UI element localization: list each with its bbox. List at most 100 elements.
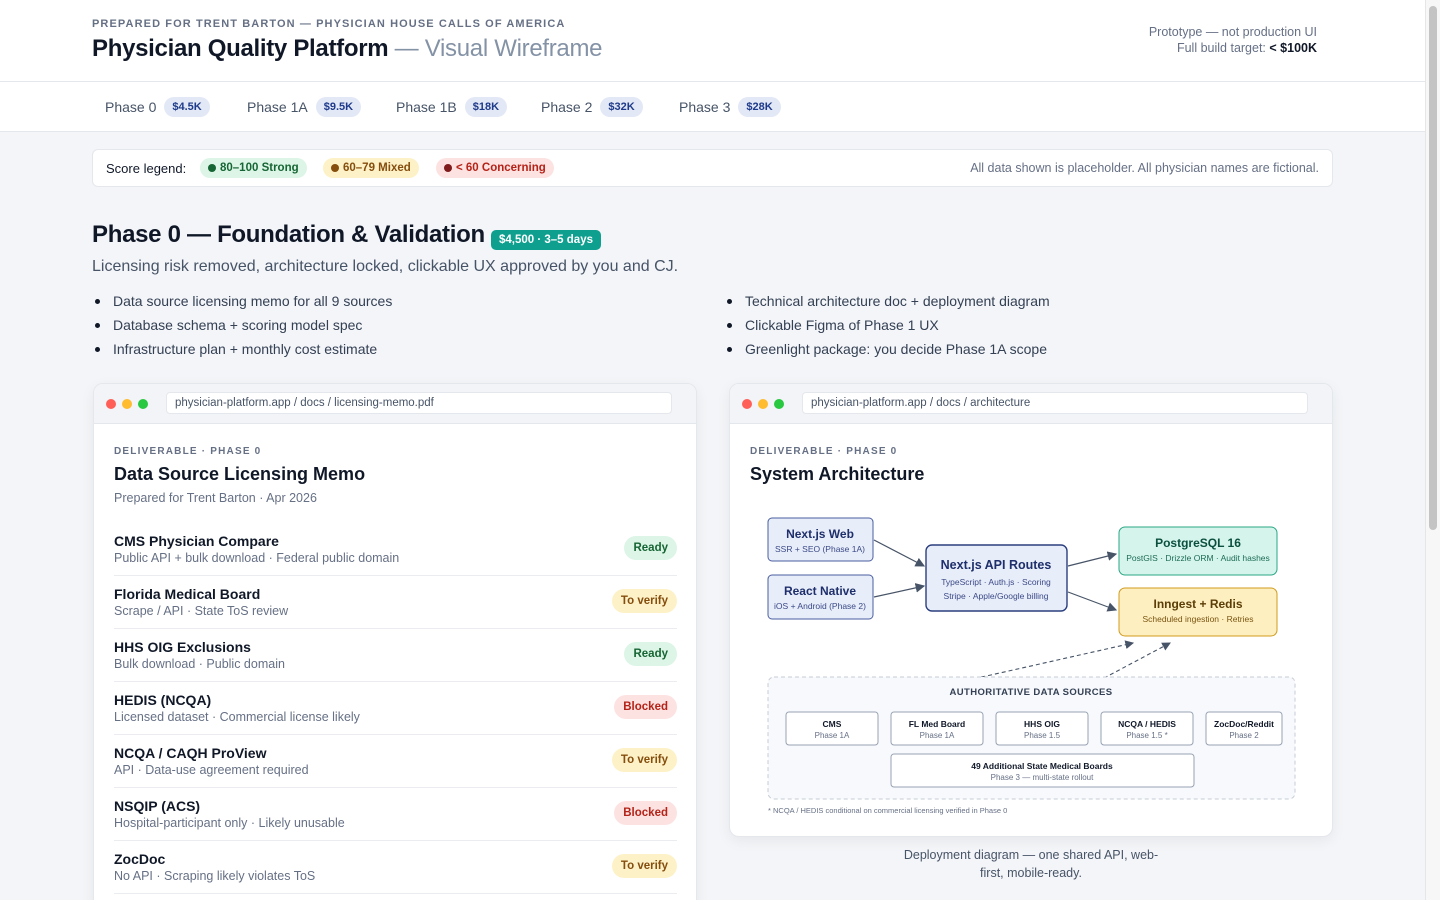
tab-phase-2[interactable]: Phase 2 $32K: [541, 94, 643, 120]
data-source-row[interactable]: Florida Medical Board Scrape / API · Stat…: [114, 576, 677, 629]
score-legend: Score legend: 80–100 Strong 60–79 Mixed …: [92, 149, 1333, 187]
prototype-note: Prototype — not production UI Full build…: [1149, 24, 1317, 56]
tab-phase-1b[interactable]: Phase 1B $18K: [396, 94, 508, 120]
licensing-memo-window: physician-platform.app / docs / licensin…: [93, 383, 697, 900]
architecture-diagram: Next.js Web SSR + SEO (Phase 1A) React N…: [767, 517, 1296, 815]
source-description: Bulk download · Public domain: [114, 657, 285, 671]
minimize-dot-icon: [122, 399, 132, 409]
deliverable-item: Clickable Figma of Phase 1 UX: [725, 316, 1050, 340]
source-box-phase: Phase 1A: [815, 731, 850, 740]
architecture-window: physician-platform.app / docs / architec…: [729, 383, 1333, 837]
inngest-title: Inngest + Redis: [1153, 597, 1242, 611]
source-box-phase: Phase 1.5 *: [1126, 731, 1167, 740]
tab-price-badge: $4.5K: [164, 97, 210, 117]
page-title-main: Physician Quality Platform: [92, 35, 389, 62]
legend-strong-chip: 80–100 Strong: [200, 158, 307, 178]
source-box-name: CMS: [823, 719, 842, 729]
tab-price-badge: $28K: [738, 97, 781, 117]
source-box-name: ZocDoc/Reddit: [1214, 719, 1274, 729]
api-routes-sub1: TypeScript · Auth.js · Scoring: [941, 577, 1051, 587]
nextjs-web-sub: SSR + SEO (Phase 1A): [775, 544, 865, 554]
source-description: API · Data-use agreement required: [114, 763, 309, 777]
api-routes-title: Next.js API Routes: [941, 558, 1052, 572]
architecture-caption: Deployment diagram — one shared API, web…: [903, 848, 1159, 880]
data-source-row[interactable]: CMS Physician Compare Public API + bulk d…: [114, 523, 677, 576]
status-badge: To verify: [611, 589, 677, 613]
header-kicker: PREPARED FOR TRENT BARTON — PHYSICIAN HO…: [92, 18, 566, 30]
data-source-row[interactable]: HHS OIG Exclusions Bulk download · Public…: [114, 629, 677, 682]
tab-label: Phase 3: [679, 99, 731, 115]
inngest-box: [1118, 587, 1278, 637]
source-description: Scrape / API · State ToS review: [114, 604, 289, 618]
state-boards-sub: Phase 3 — multi-state rollout: [991, 773, 1094, 782]
data-source-row[interactable]: NCQA / CAQH ProView API · Data-use agreem…: [114, 735, 677, 788]
scrollbar-thumb[interactable]: [1429, 6, 1437, 530]
memo-title: Data Source Licensing Memo: [114, 464, 366, 484]
tab-price-badge: $9.5K: [315, 97, 362, 117]
legend-mixed-chip: 60–79 Mixed: [323, 158, 419, 178]
legend-concerning-chip: < 60 Concerning: [436, 158, 554, 178]
tab-phase-1a[interactable]: Phase 1A $9.5K: [247, 94, 362, 120]
page-title-sub: — Visual Wireframe: [394, 35, 603, 62]
postgres-sub: PostGIS · Drizzle ORM · Audit hashes: [1126, 553, 1270, 563]
address-bar[interactable]: physician-platform.app / docs / licensin…: [166, 392, 672, 414]
build-target-line: Full build target: < $100K: [1149, 40, 1317, 56]
source-name: HEDIS (NCQA): [114, 692, 212, 708]
deliverable-item: Data source licensing memo for all 9 sou…: [93, 292, 392, 316]
api-routes-sub2: Stripe · Apple/Google billing: [944, 591, 1049, 601]
deliverable-kicker: DELIVERABLE · PHASE 0: [114, 446, 262, 457]
legend-label: Score legend:: [106, 161, 187, 176]
page-title: Physician Quality Platform — Visual Wire…: [92, 35, 603, 63]
source-name: NCQA / CAQH ProView: [114, 745, 267, 761]
source-name: NSQIP (ACS): [114, 798, 201, 814]
source-description: Public API + bulk download · Federal pub…: [114, 551, 400, 565]
tab-phase-3[interactable]: Phase 3 $28K: [679, 94, 781, 120]
postgres-box: [1118, 526, 1278, 576]
deliverable-item: Greenlight package: you decide Phase 1A …: [725, 340, 1050, 364]
tab-price-badge: $32K: [600, 97, 643, 117]
arrow-native-to-api: [873, 583, 926, 598]
page-scrollbar[interactable]: [1425, 0, 1440, 900]
arrow-api-to-inngest: [1067, 591, 1118, 612]
deliverables-list-right: Technical architecture doc + deployment …: [725, 292, 1050, 364]
source-box-phase: Phase 2: [1229, 731, 1259, 740]
source-name: HHS OIG Exclusions: [114, 639, 251, 655]
tab-label: Phase 1A: [247, 99, 308, 115]
source-description: No API · Scraping likely violates ToS: [114, 869, 316, 883]
deliverable-item: Technical architecture doc + deployment …: [725, 292, 1050, 316]
status-badge: Ready: [624, 536, 677, 560]
deliverable-item: Infrastructure plan + monthly cost estim…: [93, 340, 392, 364]
status-badge: Ready: [624, 642, 677, 666]
status-badge: Blocked: [614, 801, 677, 825]
nextjs-web-title: Next.js Web: [786, 527, 854, 541]
architecture-footnote: * NCQA / HEDIS conditional on commercial…: [768, 806, 1007, 815]
source-box-name: HHS OIG: [1024, 719, 1060, 729]
phase-price-badge: $4,500 · 3–5 days: [491, 230, 601, 250]
close-dot-icon: [106, 399, 116, 409]
data-source-row[interactable]: HEDIS (NCQA) Licensed dataset · Commercia…: [114, 682, 677, 735]
window-titlebar: physician-platform.app / docs / licensin…: [94, 384, 696, 424]
source-description: Hospital-participant only · Likely unusa…: [114, 816, 345, 830]
react-native-sub: iOS + Android (Phase 2): [774, 601, 866, 611]
build-target-value: < $100K: [1269, 41, 1317, 55]
memo-prepared-line: Prepared for Trent Barton · Apr 2026: [114, 491, 317, 505]
source-description: Licensed dataset · Commercial license li…: [114, 710, 360, 724]
postgres-title: PostgreSQL 16: [1155, 536, 1241, 550]
data-source-row[interactable]: NSQIP (ACS) Hospital-participant only · L…: [114, 788, 677, 841]
tab-label: Phase 1B: [396, 99, 457, 115]
phase-description: Licensing risk removed, architecture loc…: [92, 258, 679, 275]
source-name: ZocDoc: [114, 851, 166, 867]
data-sources-label: AUTHORITATIVE DATA SOURCES: [950, 687, 1113, 698]
source-box-name: NCQA / HEDIS: [1118, 719, 1176, 729]
data-source-list: CMS Physician Compare Public API + bulk d…: [114, 523, 677, 894]
arrow-api-to-postgres: [1067, 551, 1118, 567]
deliverables-list-left: Data source licensing memo for all 9 sou…: [93, 292, 392, 364]
arrow-web-to-api: [873, 539, 926, 567]
build-target-label: Full build target:: [1176, 41, 1270, 55]
phase-tabs: Phase 0 $4.5K Phase 1A $9.5K Phase 1B $18K …: [0, 82, 1425, 132]
tab-phase-0[interactable]: Phase 0 $4.5K: [105, 94, 210, 120]
placeholder-note: All data shown is placeholder. All physi…: [970, 161, 1319, 175]
data-source-row[interactable]: ZocDoc No API · Scraping likely violates …: [114, 841, 677, 894]
status-badge: To verify: [611, 748, 677, 772]
state-boards-title: 49 Additional State Medical Boards: [971, 761, 1113, 771]
